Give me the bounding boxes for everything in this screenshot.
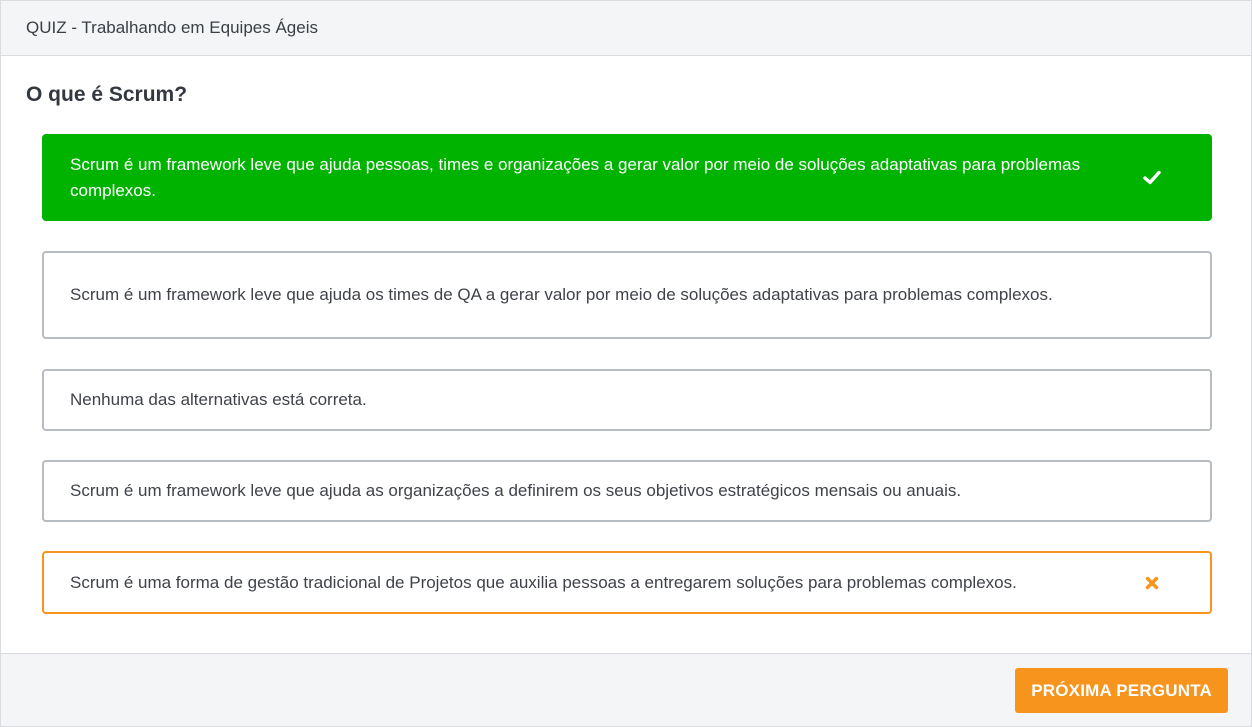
x-icon bbox=[1142, 573, 1162, 593]
answer-option-5[interactable]: Scrum é uma forma de gestão tradicional … bbox=[42, 551, 1212, 614]
answer-option-text: Nenhuma das alternativas está correta. bbox=[70, 390, 367, 409]
answer-option-3[interactable]: Nenhuma das alternativas está correta. bbox=[42, 369, 1212, 431]
quiz-title: QUIZ - Trabalhando em Equipes Ágeis bbox=[26, 18, 318, 37]
answer-option-1[interactable]: Scrum é um framework leve que ajuda pess… bbox=[42, 134, 1212, 221]
quiz-body: O que é Scrum? Scrum é um framework leve… bbox=[1, 57, 1251, 654]
quiz-header: QUIZ - Trabalhando em Equipes Ágeis bbox=[1, 1, 1251, 56]
answer-option-text: Scrum é um framework leve que ajuda as o… bbox=[70, 481, 962, 500]
answer-option-text: Scrum é um framework leve que ajuda os t… bbox=[70, 285, 1053, 304]
answer-option-text: Scrum é uma forma de gestão tradicional … bbox=[70, 572, 1017, 592]
next-question-button[interactable]: PRÓXIMA PERGUNTA bbox=[1015, 668, 1228, 713]
quiz-footer: PRÓXIMA PERGUNTA bbox=[1, 653, 1251, 726]
answer-option-2[interactable]: Scrum é um framework leve que ajuda os t… bbox=[42, 251, 1212, 339]
check-icon bbox=[1142, 168, 1162, 188]
question-text: O que é Scrum? bbox=[26, 83, 188, 106]
quiz-window: QUIZ - Trabalhando em Equipes Ágeis O qu… bbox=[0, 0, 1252, 727]
answer-option-text: Scrum é um framework leve que ajuda pess… bbox=[70, 154, 1081, 200]
answer-option-4[interactable]: Scrum é um framework leve que ajuda as o… bbox=[42, 460, 1212, 522]
